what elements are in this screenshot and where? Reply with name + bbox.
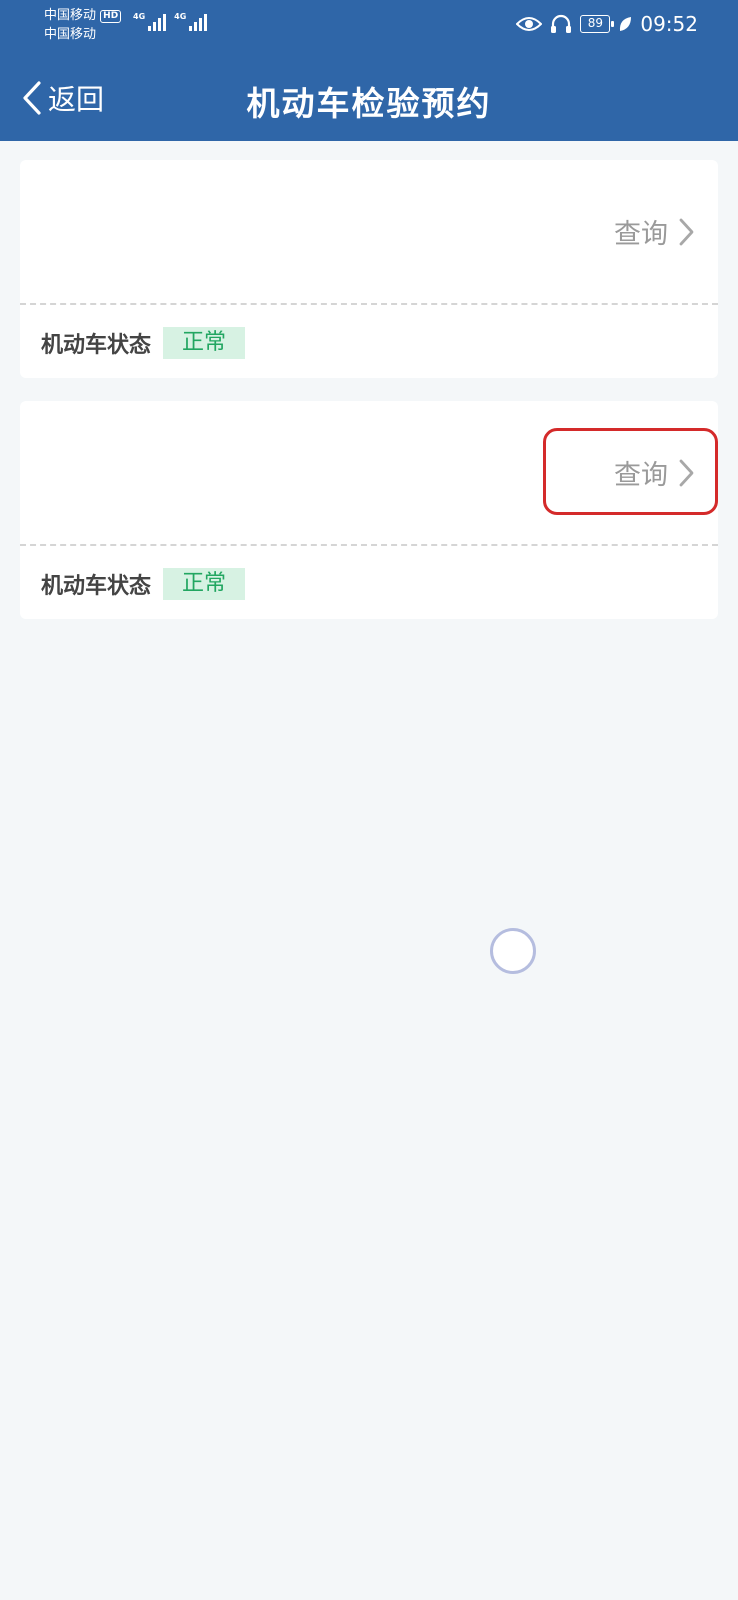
vehicle-status-label: 机动车状态 <box>41 333 152 358</box>
dashed-divider <box>20 544 718 546</box>
leaf-icon <box>620 17 632 31</box>
status-right: 89 09:52 <box>516 12 698 36</box>
signal-indicators: 4G 4G <box>133 12 208 31</box>
hd-badge: HD <box>100 10 122 23</box>
carrier-name-1: 中国移动 <box>44 8 97 23</box>
loading-spinner <box>490 928 536 974</box>
headphones-icon <box>551 14 572 33</box>
query-label: 查询 <box>614 219 668 250</box>
chevron-right-icon <box>679 218 694 245</box>
carrier-name-2: 中国移动 <box>44 27 97 42</box>
carrier-info: 中国移动 HD 中国移动 <box>44 6 122 44</box>
nav-bar: 返回 机动车检验预约 <box>0 60 738 130</box>
status-bar: 中国移动 HD 中国移动 4G 4G 89 09:52 <box>0 0 738 52</box>
status-badge: 正常 <box>163 568 246 600</box>
vehicle-status-row: 机动车状态 正常 <box>41 568 246 600</box>
network-type-1: 4G <box>133 12 146 21</box>
query-link[interactable]: 查询 <box>614 212 694 251</box>
vehicle-status-label: 机动车状态 <box>41 574 152 599</box>
signal-icon: 4G <box>133 12 167 31</box>
app-header: 中国移动 HD 中国移动 4G 4G 89 09:52 返回 机动车检验预约 <box>0 0 738 141</box>
signal-icon: 4G <box>174 12 208 31</box>
dashed-divider <box>20 303 718 305</box>
vehicle-card: 查询 机动车状态 正常 <box>20 160 718 378</box>
clock: 09:52 <box>640 12 698 36</box>
highlight-box <box>543 428 718 515</box>
network-type-2: 4G <box>174 12 187 21</box>
vehicle-status-row: 机动车状态 正常 <box>41 327 246 359</box>
battery-icon: 89 <box>580 15 615 33</box>
eye-icon <box>516 17 543 31</box>
status-badge: 正常 <box>163 327 246 359</box>
page-title: 机动车检验预约 <box>246 84 492 123</box>
